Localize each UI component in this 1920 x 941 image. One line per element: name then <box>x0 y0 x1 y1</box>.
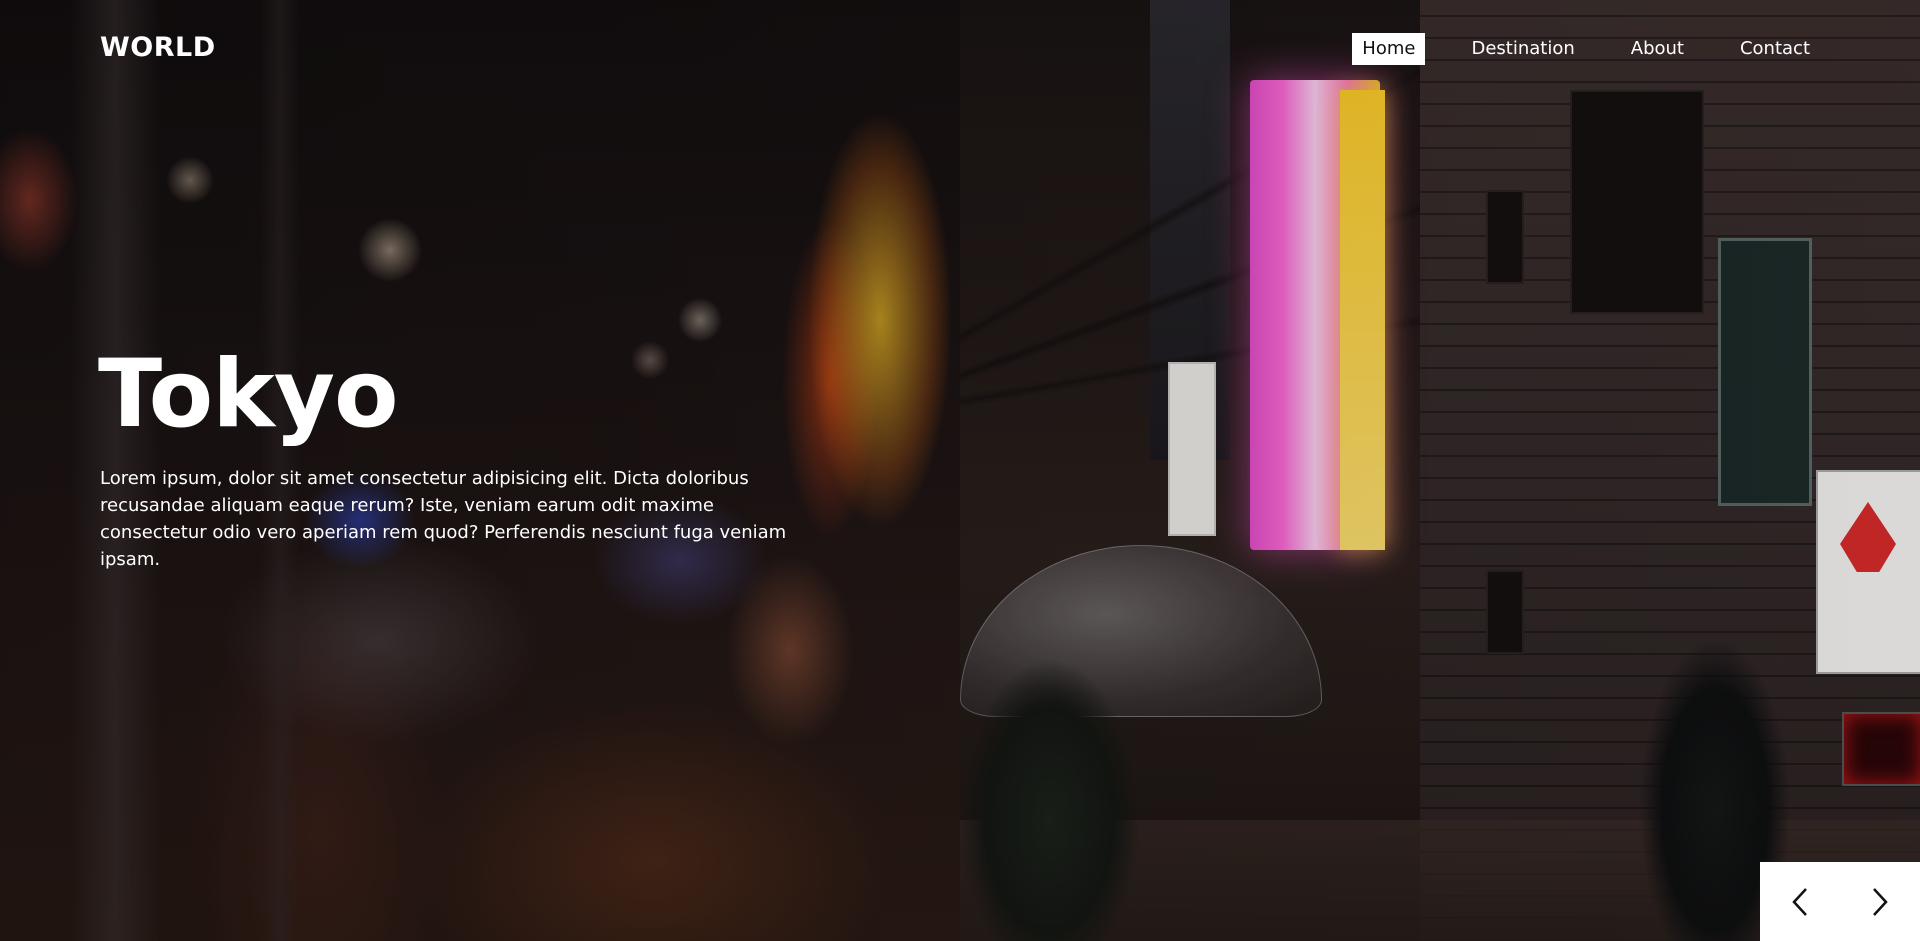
main-nav: Home Destination About Contact <box>1342 33 1820 65</box>
next-slide-button[interactable] <box>1850 872 1910 932</box>
nav-item-contact[interactable]: Contact <box>1730 33 1820 65</box>
slider-controls <box>1760 862 1920 941</box>
chevron-right-icon <box>1873 887 1888 916</box>
hero-section: WORLD Home Destination About Contact Tok… <box>0 0 1920 941</box>
hero-title: Tokyo <box>98 340 399 449</box>
nav-item-about[interactable]: About <box>1621 33 1694 65</box>
nav-item-home[interactable]: Home <box>1352 33 1426 65</box>
prev-slide-button[interactable] <box>1770 872 1830 932</box>
site-logo[interactable]: WORLD <box>100 32 216 63</box>
chevron-left-icon <box>1792 887 1807 916</box>
nav-item-destination[interactable]: Destination <box>1461 33 1584 65</box>
hero-description: Lorem ipsum, dolor sit amet consectetur … <box>100 468 787 570</box>
